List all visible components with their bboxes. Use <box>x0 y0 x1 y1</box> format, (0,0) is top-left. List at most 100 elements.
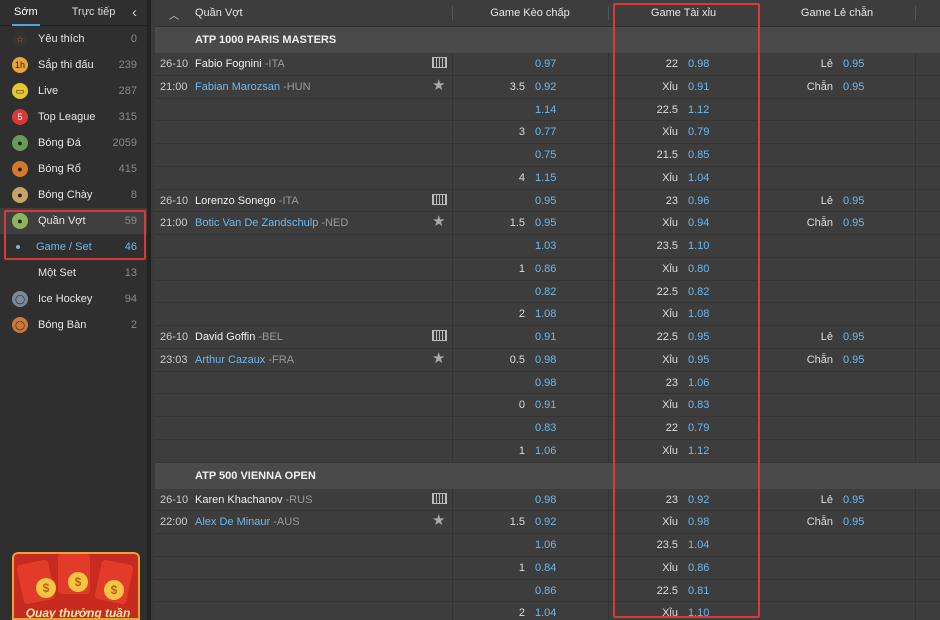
handicap-odds[interactable]: 1.03 <box>535 240 556 252</box>
sidebar-list: ☆ Yêu thích 0 1h Sắp thi đấu 239 ▭ Live 287 5 Top … <box>0 26 147 338</box>
table-row: 23:03 Arthur Cazaux -FRA ★ 0.5 0.98 Xỉu 0.95 Ch… <box>155 348 940 372</box>
handicap-line: 4 <box>518 171 525 184</box>
star-icon[interactable]: ★ <box>432 349 445 367</box>
match-time: 21:00 <box>160 217 188 230</box>
handicap-odds[interactable]: 1.04 <box>535 607 556 619</box>
handicap-odds[interactable]: 0.77 <box>535 126 556 138</box>
coin-icon: $ <box>104 580 124 600</box>
table-row: 1 0.86 Xỉu 0.80 <box>155 257 940 281</box>
handicap-line: 1 <box>518 561 525 574</box>
column-divider <box>915 371 916 394</box>
home-team[interactable]: David Goffin -BEL <box>195 331 283 343</box>
column-divider <box>452 371 453 394</box>
handicap-odds[interactable]: 0.83 <box>535 422 556 434</box>
column-divider <box>608 371 609 394</box>
star-icon[interactable]: ★ <box>432 212 445 230</box>
star-icon[interactable]: ★ <box>432 511 445 529</box>
league-header[interactable]: ATP 500 VIENNA OPEN <box>155 462 940 489</box>
home-team[interactable]: Fabio Fognini -ITA <box>195 58 285 70</box>
promo-banner[interactable]: $ $ $ Quay thưởng tuần <box>12 552 140 620</box>
league-header[interactable]: ATP 1000 PARIS MASTERS <box>155 27 940 53</box>
column-divider <box>915 212 916 234</box>
table-row: 4 1.15 Xỉu 1.04 <box>155 166 940 190</box>
odd-even-odds[interactable]: 0.95 <box>843 354 864 366</box>
odd-even-odds[interactable]: 0.95 <box>843 58 864 70</box>
odd-even-odds[interactable]: 0.95 <box>843 494 864 506</box>
handicap-odds[interactable]: 1.06 <box>535 445 556 457</box>
away-team[interactable]: Alex De Minaur -AUS <box>195 516 300 528</box>
tab-early[interactable]: Sớm <box>12 0 40 26</box>
odd-even-odds[interactable]: 0.95 <box>843 195 864 207</box>
home-team[interactable]: Karen Khachanov -RUS <box>195 494 312 506</box>
handicap-line: 3.5 <box>509 80 525 93</box>
clock-icon: 1h <box>12 57 28 73</box>
handicap-line: 1.5 <box>509 217 525 230</box>
handicap-odds[interactable]: 0.92 <box>535 516 556 528</box>
handicap-odds[interactable]: 1.14 <box>535 104 556 116</box>
table-row: 2 1.04 Xỉu 1.10 <box>155 602 940 620</box>
sidebar-item[interactable]: ◯ Ice Hockey 94 <box>0 286 147 312</box>
odd-even-odds[interactable]: 0.95 <box>843 331 864 343</box>
handicap-odds[interactable]: 0.95 <box>535 217 556 229</box>
column-divider <box>608 556 609 579</box>
handicap-odds[interactable]: 0.86 <box>535 263 556 275</box>
sidebar-item[interactable]: 5 Top League 315 <box>0 104 147 130</box>
league-name: ATP 1000 PARIS MASTERS <box>195 34 337 46</box>
handicap-odds[interactable]: 0.98 <box>535 494 556 506</box>
table-row: 26-10 David Goffin -BEL 0.91 22.5 0.95 Lẻ 0.95 <box>155 326 940 349</box>
sidebar-item[interactable]: ● Bóng Chày 8 <box>0 182 147 208</box>
handicap-odds[interactable]: 1.08 <box>535 308 556 320</box>
handicap-odds[interactable]: 0.84 <box>535 562 556 574</box>
handicap-odds[interactable]: 0.91 <box>535 331 556 343</box>
table-row: 21:00 Fabian Marozsan -HUN ★ 3.5 0.92 Xỉu 0.91… <box>155 75 940 99</box>
away-team-name: Botic Van De Zandschulp <box>195 217 319 230</box>
sidebar-item[interactable]: ▭ Live 287 <box>0 78 147 104</box>
handicap-odds[interactable]: 0.98 <box>535 354 556 366</box>
handicap-odds[interactable]: 0.97 <box>535 58 556 70</box>
home-team-name: Lorenzo Sonego <box>195 194 276 207</box>
sidebar-item[interactable]: Một Set 13 <box>0 260 147 286</box>
scoreboard-icon[interactable] <box>432 492 447 504</box>
away-team-name: Fabian Marozsan <box>195 80 280 93</box>
star-icon[interactable]: ★ <box>432 76 445 94</box>
column-divider <box>915 303 916 325</box>
odd-even-odds[interactable]: 0.95 <box>843 217 864 229</box>
handicap-odds[interactable]: 0.92 <box>535 81 556 93</box>
column-divider <box>608 303 609 325</box>
column-divider <box>608 189 609 212</box>
column-divider <box>915 326 916 348</box>
sidebar-item[interactable]: ☆ Yêu thích 0 <box>0 26 147 52</box>
scoreboard-icon[interactable] <box>432 330 447 341</box>
odd-even-odds[interactable]: 0.95 <box>843 516 864 528</box>
tab-live[interactable]: Trực tiếp <box>58 0 116 26</box>
away-team[interactable]: Arthur Cazaux -FRA <box>195 354 294 366</box>
handicap-odds[interactable]: 0.98 <box>535 377 556 389</box>
away-team[interactable]: Botic Van De Zandschulp -NED <box>195 217 348 229</box>
sidebar-item[interactable]: ● Bóng Rổ 415 <box>0 156 147 182</box>
handicap-odds[interactable]: 0.82 <box>535 286 556 298</box>
basketball-icon: ● <box>12 161 28 177</box>
chevron-up-icon[interactable]: ︿ <box>169 7 179 22</box>
match-date: 26-10 <box>160 493 189 506</box>
odd-even-odds[interactable]: 0.95 <box>843 81 864 93</box>
header-handicap: Game Kèo chấp <box>490 7 570 19</box>
table-row: 0 0.91 Xỉu 0.83 <box>155 394 940 417</box>
handicap-line: 2 <box>518 308 525 321</box>
handicap-odds[interactable]: 0.91 <box>535 399 556 411</box>
chevron-left-icon[interactable]: ‹ <box>132 4 137 21</box>
sidebar-item[interactable]: 1h Sắp thi đấu 239 <box>0 52 147 78</box>
handicap-odds[interactable]: 1.06 <box>535 539 556 551</box>
handicap-odds[interactable]: 0.75 <box>535 149 556 161</box>
scoreboard-icon[interactable] <box>432 193 447 205</box>
scoreboard-icon[interactable] <box>432 57 447 68</box>
sidebar-item[interactable]: ● Bóng Đá 2059 <box>0 130 147 156</box>
handicap-odds[interactable]: 1.15 <box>535 172 556 184</box>
sidebar-item[interactable]: ◯ Bóng Bàn 2 <box>0 312 147 338</box>
home-team[interactable]: Lorenzo Sonego -ITA <box>195 195 299 207</box>
away-team[interactable]: Fabian Marozsan -HUN <box>195 81 311 93</box>
sidebar-item-count: 94 <box>124 293 137 305</box>
handicap-odds[interactable]: 0.95 <box>535 195 556 207</box>
column-divider <box>608 534 609 556</box>
handicap-odds[interactable]: 0.86 <box>535 585 556 597</box>
away-team-country: -FRA <box>268 353 295 366</box>
